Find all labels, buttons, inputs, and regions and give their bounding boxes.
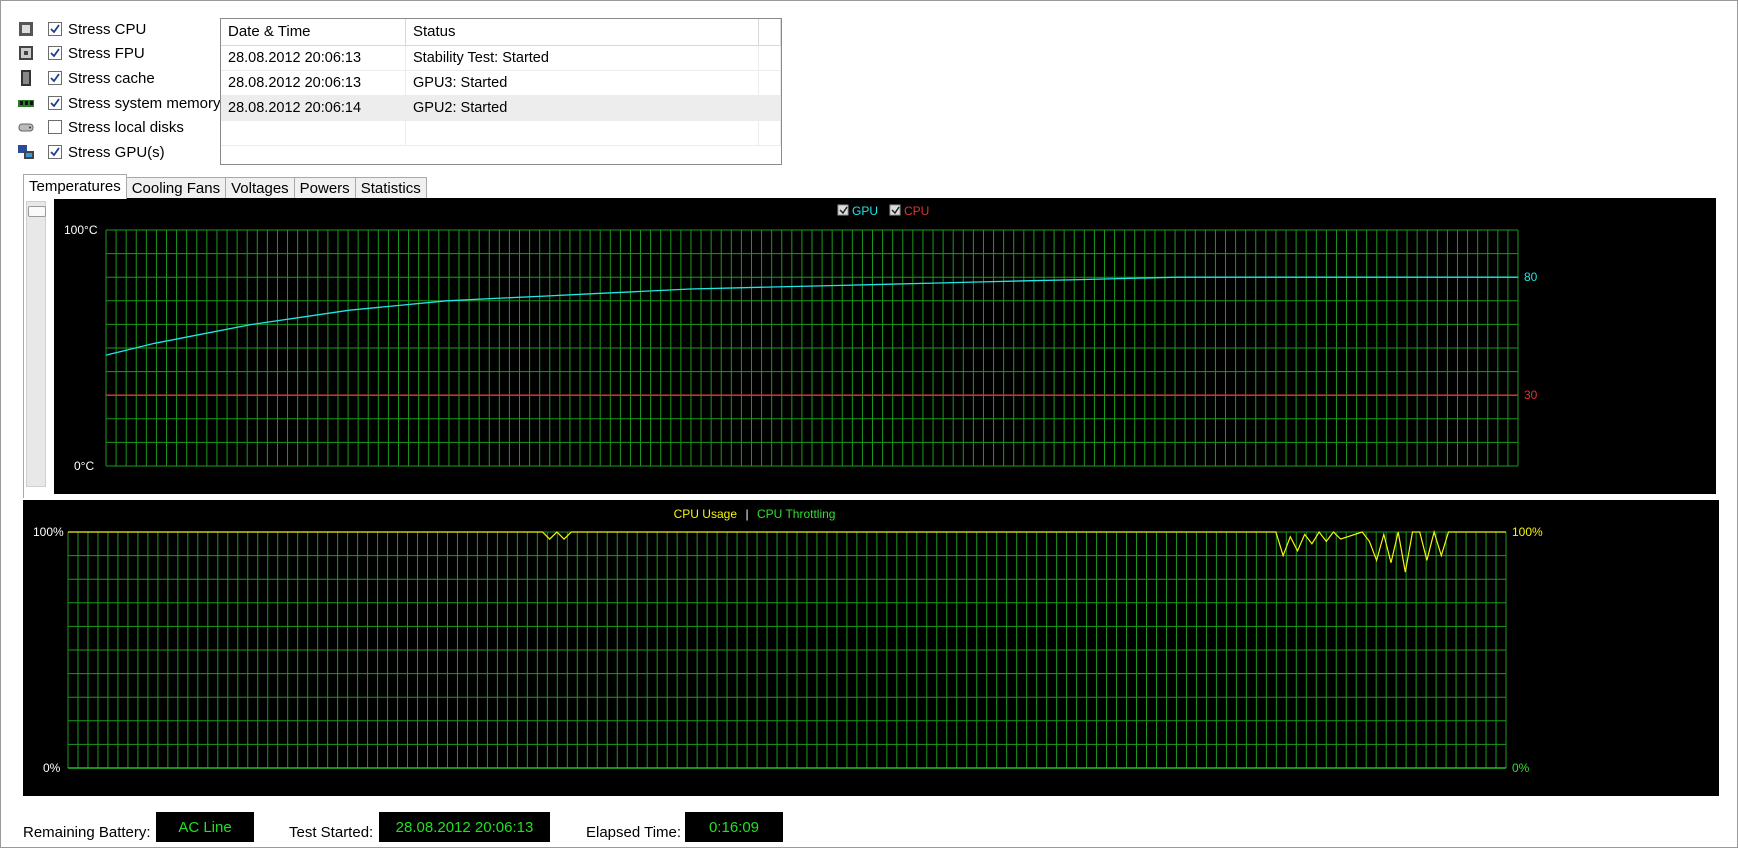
- test-started-label: Test Started:: [289, 824, 374, 841]
- table-row-selected[interactable]: 28.08.2012 20:06:14 GPU2: Started: [221, 96, 781, 121]
- gpu-end-value-label: 80: [1524, 270, 1538, 284]
- row-filler: [759, 46, 781, 70]
- cpu-end-value-label: 30: [1524, 388, 1538, 402]
- disk-icon: [18, 119, 34, 135]
- table-header: Date & Time Status: [221, 19, 781, 46]
- row-datetime: 28.08.2012 20:06:13: [221, 71, 406, 95]
- row-status: GPU3: Started: [406, 71, 759, 95]
- stress-gpu-checkbox[interactable]: [48, 145, 62, 159]
- stress-disks-label: Stress local disks: [68, 118, 184, 136]
- column-header-datetime[interactable]: Date & Time: [221, 19, 406, 45]
- empty-cell: [221, 121, 406, 145]
- empty-cell: [759, 121, 781, 145]
- stress-cpu-checkbox[interactable]: [48, 22, 62, 36]
- empty-cell: [406, 121, 759, 145]
- event-log-table[interactable]: Date & Time Status 28.08.2012 20:06:13 S…: [220, 18, 782, 165]
- chart-tabs: Temperatures Cooling Fans Voltages Power…: [23, 174, 427, 199]
- stress-gpu-option[interactable]: Stress GPU(s): [18, 141, 165, 163]
- memory-icon: [18, 95, 34, 111]
- tab-powers[interactable]: Powers: [293, 177, 356, 199]
- row-filler: [759, 96, 781, 120]
- temperature-chart: GPU CPU 100°C 0°C 80 30: [54, 198, 1716, 494]
- cache-icon: [18, 70, 34, 86]
- throttling-right-bottom-label: 0%: [1512, 761, 1530, 775]
- table-row[interactable]: 28.08.2012 20:06:13 Stability Test: Star…: [221, 46, 781, 71]
- fpu-icon: [18, 45, 34, 61]
- row-status: Stability Test: Started: [406, 46, 759, 70]
- cpu-throttling-title: CPU Throttling: [757, 507, 835, 521]
- scrollbar-thumb[interactable]: [28, 206, 46, 217]
- stress-disks-checkbox[interactable]: [48, 120, 62, 134]
- gpu-legend-label: GPU: [852, 204, 878, 218]
- tab-cooling-fans[interactable]: Cooling Fans: [125, 177, 227, 199]
- stress-fpu-checkbox[interactable]: [48, 46, 62, 60]
- elapsed-time-value: 0:16:09: [685, 812, 783, 842]
- tab-temperatures[interactable]: Temperatures: [23, 174, 127, 199]
- chart-title-separator: |: [745, 507, 748, 521]
- stress-cache-checkbox[interactable]: [48, 71, 62, 85]
- usage-axis-top-label: 100%: [33, 525, 64, 539]
- battery-value: AC Line: [156, 812, 254, 842]
- cpu-usage-chart: CPU Usage | CPU Throttling 100% 0% 100% 0%: [23, 500, 1719, 796]
- row-status: GPU2: Started: [406, 96, 759, 120]
- stress-memory-checkbox[interactable]: [48, 96, 62, 110]
- column-header-status[interactable]: Status: [406, 19, 759, 45]
- chart-scrollbar[interactable]: [26, 201, 46, 487]
- table-row-empty: [221, 121, 781, 146]
- usage-axis-bottom-label: 0%: [43, 761, 61, 775]
- gpu-icon: [18, 144, 34, 160]
- stress-gpu-label: Stress GPU(s): [68, 143, 165, 161]
- stress-memory-option[interactable]: Stress system memory: [18, 92, 221, 114]
- temp-axis-bottom-label: 0°C: [74, 459, 94, 473]
- battery-label: Remaining Battery:: [23, 824, 151, 841]
- usage-right-top-label: 100%: [1512, 525, 1543, 539]
- stress-fpu-label: Stress FPU: [68, 44, 145, 62]
- test-started-value: 28.08.2012 20:06:13: [379, 812, 550, 842]
- stress-cpu-label: Stress CPU: [68, 20, 147, 38]
- column-header-filler: [759, 19, 781, 45]
- tab-statistics[interactable]: Statistics: [354, 177, 427, 199]
- stress-cache-label: Stress cache: [68, 69, 155, 87]
- temp-axis-top-label: 100°C: [64, 223, 98, 237]
- stress-fpu-option[interactable]: Stress FPU: [18, 42, 145, 64]
- tab-voltages[interactable]: Voltages: [225, 177, 295, 199]
- elapsed-time-label: Elapsed Time:: [586, 824, 682, 841]
- stress-disks-option[interactable]: Stress local disks: [18, 116, 184, 138]
- row-filler: [759, 71, 781, 95]
- table-row[interactable]: 28.08.2012 20:06:13 GPU3: Started: [221, 71, 781, 96]
- stress-cache-option[interactable]: Stress cache: [18, 67, 155, 89]
- cpu-icon: [18, 21, 34, 37]
- cpu-legend-label: CPU: [904, 204, 929, 218]
- stress-memory-label: Stress system memory: [68, 94, 221, 112]
- row-datetime: 28.08.2012 20:06:13: [221, 46, 406, 70]
- cpu-usage-title: CPU Usage: [674, 507, 738, 521]
- row-datetime: 28.08.2012 20:06:14: [221, 96, 406, 120]
- stress-cpu-option[interactable]: Stress CPU: [18, 18, 146, 40]
